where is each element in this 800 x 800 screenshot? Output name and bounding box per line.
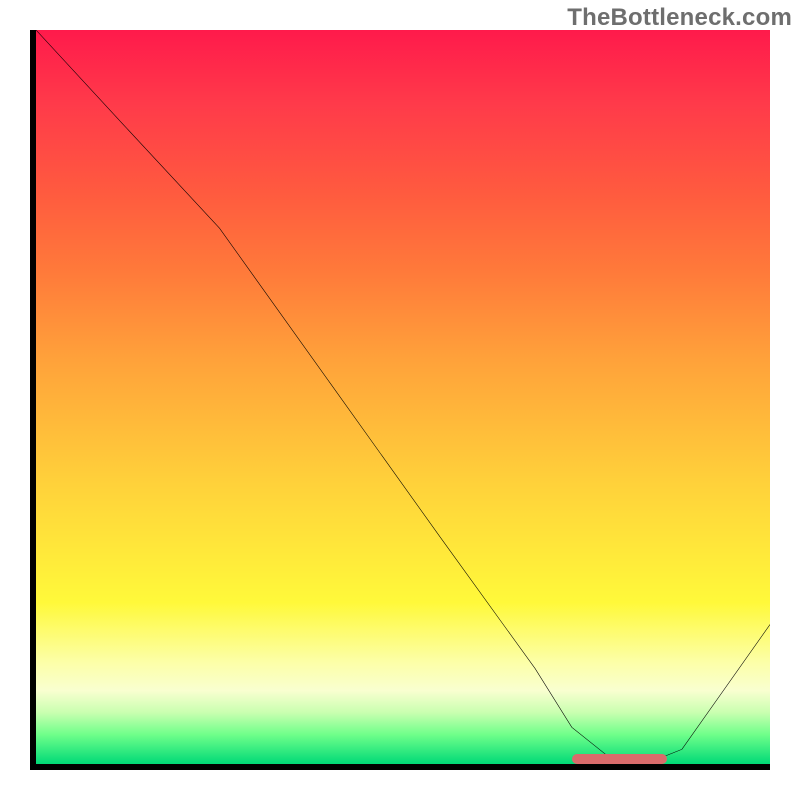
bottleneck-curve bbox=[36, 30, 770, 764]
chart-container: TheBottleneck.com bbox=[0, 0, 800, 800]
plot-inner bbox=[36, 30, 770, 764]
plot-area bbox=[30, 30, 770, 770]
optimal-marker bbox=[572, 754, 667, 764]
watermark-text: TheBottleneck.com bbox=[567, 4, 792, 32]
curve-path bbox=[36, 30, 770, 764]
